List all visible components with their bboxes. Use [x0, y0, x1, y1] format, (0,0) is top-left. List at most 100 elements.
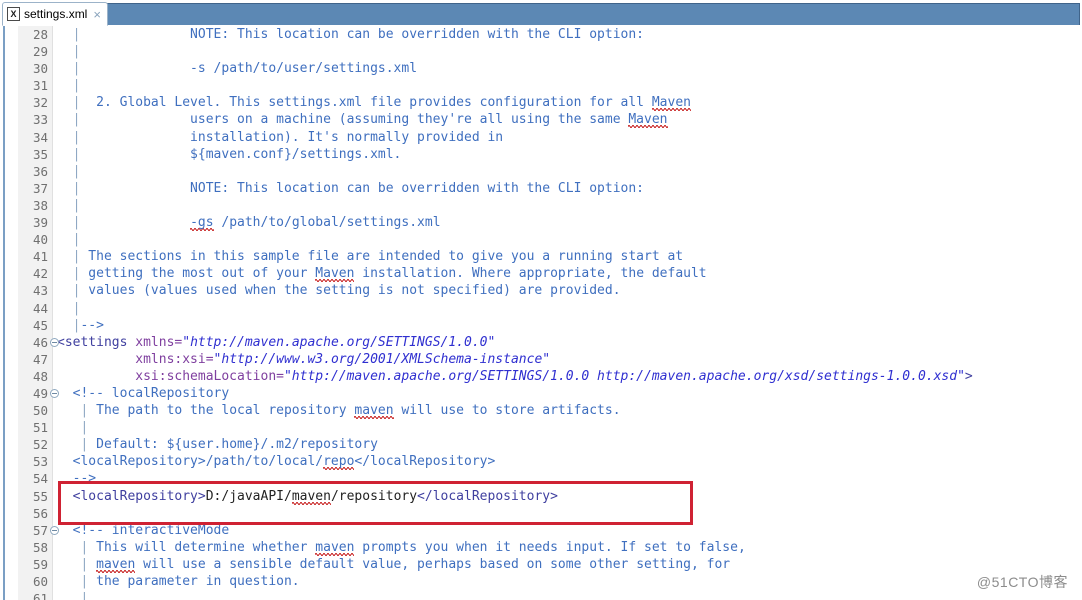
- line-content: |-->: [57, 317, 104, 333]
- code-line[interactable]: 34 | installation). It's normally provid…: [0, 129, 1082, 146]
- line-content: | The sections in this sample file are i…: [57, 249, 684, 265]
- line-content: | users on a machine (assuming they're a…: [57, 111, 668, 128]
- line-content: |: [57, 591, 89, 600]
- code-line[interactable]: 51 |: [0, 419, 1082, 436]
- line-number: 37: [32, 180, 48, 196]
- line-content: | The path to the local repository maven…: [57, 402, 621, 419]
- code-line[interactable]: 53 <localRepository>/path/to/local/repo<…: [0, 453, 1082, 470]
- line-number: 45: [32, 317, 48, 333]
- line-number: 52: [32, 437, 48, 453]
- code-line[interactable]: 52 | Default: ${user.home}/.m2/repositor…: [0, 436, 1082, 453]
- line-content: xmlns:xsi="http://www.w3.org/2001/XMLSch…: [57, 351, 551, 367]
- code-line[interactable]: 35 | ${maven.conf}/settings.xml.: [0, 146, 1082, 163]
- line-number: 35: [32, 146, 48, 162]
- code-line[interactable]: 28 | NOTE: This location can be overridd…: [0, 26, 1082, 43]
- code-line[interactable]: 54 -->: [0, 470, 1082, 487]
- code-line[interactable]: 48 xsi:schemaLocation="http://maven.apac…: [0, 368, 1082, 385]
- line-number: 47: [32, 351, 48, 367]
- line-number: 29: [32, 44, 48, 60]
- line-number: 53: [32, 454, 48, 470]
- line-content: |: [57, 44, 81, 60]
- line-number: 30: [32, 61, 48, 77]
- line-number: 33: [32, 112, 48, 128]
- line-content: -->: [57, 471, 97, 487]
- line-content: | 2. Global Level. This settings.xml fil…: [57, 94, 691, 111]
- line-number: 41: [32, 249, 48, 265]
- code-line[interactable]: 45 |-->: [0, 317, 1082, 334]
- code-line-highlighted[interactable]: 55 <localRepository>D:/javaAPI/maven/rep…: [0, 488, 1082, 505]
- line-number: 54: [32, 471, 48, 487]
- code-line[interactable]: 59 | maven will use a sensible default v…: [0, 556, 1082, 573]
- tab-bar-background: [105, 3, 1080, 25]
- code-line[interactable]: 32 | 2. Global Level. This settings.xml …: [0, 94, 1082, 111]
- line-content: | values (values used when the setting i…: [57, 283, 621, 299]
- code-line[interactable]: 31 |: [0, 77, 1082, 94]
- line-number: 57: [32, 522, 48, 538]
- code-line[interactable]: 61 |: [0, 590, 1082, 600]
- code-line[interactable]: 33 | users on a machine (assuming they'r…: [0, 111, 1082, 128]
- code-line[interactable]: 38 |: [0, 197, 1082, 214]
- line-content: | NOTE: This location can be overridden …: [57, 27, 645, 42]
- code-line[interactable]: 50 | The path to the local repository ma…: [0, 402, 1082, 419]
- code-line[interactable]: 43 | values (values used when the settin…: [0, 282, 1082, 299]
- code-lines: 28 | NOTE: This location can be overridd…: [0, 26, 1082, 600]
- tab-label: settings.xml: [24, 7, 88, 21]
- code-line[interactable]: 58 | This will determine whether maven p…: [0, 539, 1082, 556]
- line-content: | maven will use a sensible default valu…: [57, 556, 730, 573]
- code-line[interactable]: 57 <!-- interactiveMode: [0, 522, 1082, 539]
- line-content: <localRepository>D:/javaAPI/maven/reposi…: [57, 488, 558, 505]
- editor-window: X settings.xml × 28 | NOTE: This locatio…: [0, 0, 1082, 600]
- watermark: @51CTO博客: [976, 574, 1068, 590]
- line-content: | -s /path/to/user/settings.xml: [57, 61, 418, 77]
- line-number: 40: [32, 232, 48, 248]
- line-number: 46: [32, 334, 48, 350]
- fold-collapse-icon[interactable]: [50, 337, 59, 347]
- line-content: | the parameter in question.: [57, 574, 300, 589]
- code-line[interactable]: 29 |: [0, 43, 1082, 60]
- line-number: 58: [32, 539, 48, 555]
- code-line[interactable]: 46 <settings xmlns="http://maven.apache.…: [0, 334, 1082, 351]
- line-content: |: [57, 300, 81, 316]
- code-line[interactable]: 47 xmlns:xsi="http://www.w3.org/2001/XML…: [0, 351, 1082, 368]
- line-number: 44: [32, 300, 48, 316]
- code-line[interactable]: 60 | the parameter in question.: [0, 573, 1082, 590]
- line-number: 56: [32, 505, 48, 521]
- line-content: |: [57, 420, 89, 436]
- line-content: | This will determine whether maven prom…: [57, 539, 746, 556]
- code-line[interactable]: 42 | getting the most out of your Maven …: [0, 265, 1082, 282]
- code-line[interactable]: 40 |: [0, 231, 1082, 248]
- code-line[interactable]: 56: [0, 505, 1082, 522]
- xml-file-icon: X: [7, 7, 20, 21]
- code-editor[interactable]: 28 | NOTE: This location can be overridd…: [0, 26, 1082, 600]
- line-number: 51: [32, 420, 48, 436]
- code-line[interactable]: 49 <!-- localRepository: [0, 385, 1082, 402]
- code-line[interactable]: 37 | NOTE: This location can be overridd…: [0, 180, 1082, 197]
- line-number: 34: [32, 129, 48, 145]
- line-number: 42: [32, 266, 48, 282]
- code-line[interactable]: 44 |: [0, 300, 1082, 317]
- close-icon[interactable]: ×: [91, 8, 101, 21]
- line-number: 31: [32, 78, 48, 94]
- tab-settings-xml[interactable]: X settings.xml ×: [2, 2, 108, 26]
- line-number: 50: [32, 403, 48, 419]
- line-content: |: [57, 232, 81, 248]
- code-line[interactable]: 39 | -gs /path/to/global/settings.xml: [0, 214, 1082, 231]
- line-number: 28: [32, 27, 48, 42]
- line-content: |: [57, 163, 81, 179]
- line-content: | installation). It's normally provided …: [57, 129, 504, 145]
- code-line[interactable]: 30 | -s /path/to/user/settings.xml: [0, 60, 1082, 77]
- tab-bar: X settings.xml ×: [0, 0, 1082, 26]
- line-content: | -gs /path/to/global/settings.xml: [57, 214, 441, 231]
- code-line[interactable]: 36 |: [0, 163, 1082, 180]
- line-number: 36: [32, 163, 48, 179]
- line-number: 60: [32, 574, 48, 589]
- fold-collapse-icon[interactable]: [50, 525, 59, 535]
- line-content: | NOTE: This location can be overridden …: [57, 180, 645, 196]
- fold-collapse-icon[interactable]: [50, 388, 59, 398]
- code-line[interactable]: 41 | The sections in this sample file ar…: [0, 248, 1082, 265]
- line-content: | getting the most out of your Maven ins…: [57, 265, 707, 282]
- line-number: 55: [32, 488, 48, 504]
- line-content: |: [57, 197, 81, 213]
- line-content: | ${maven.conf}/settings.xml.: [57, 146, 402, 162]
- line-number: 32: [32, 95, 48, 111]
